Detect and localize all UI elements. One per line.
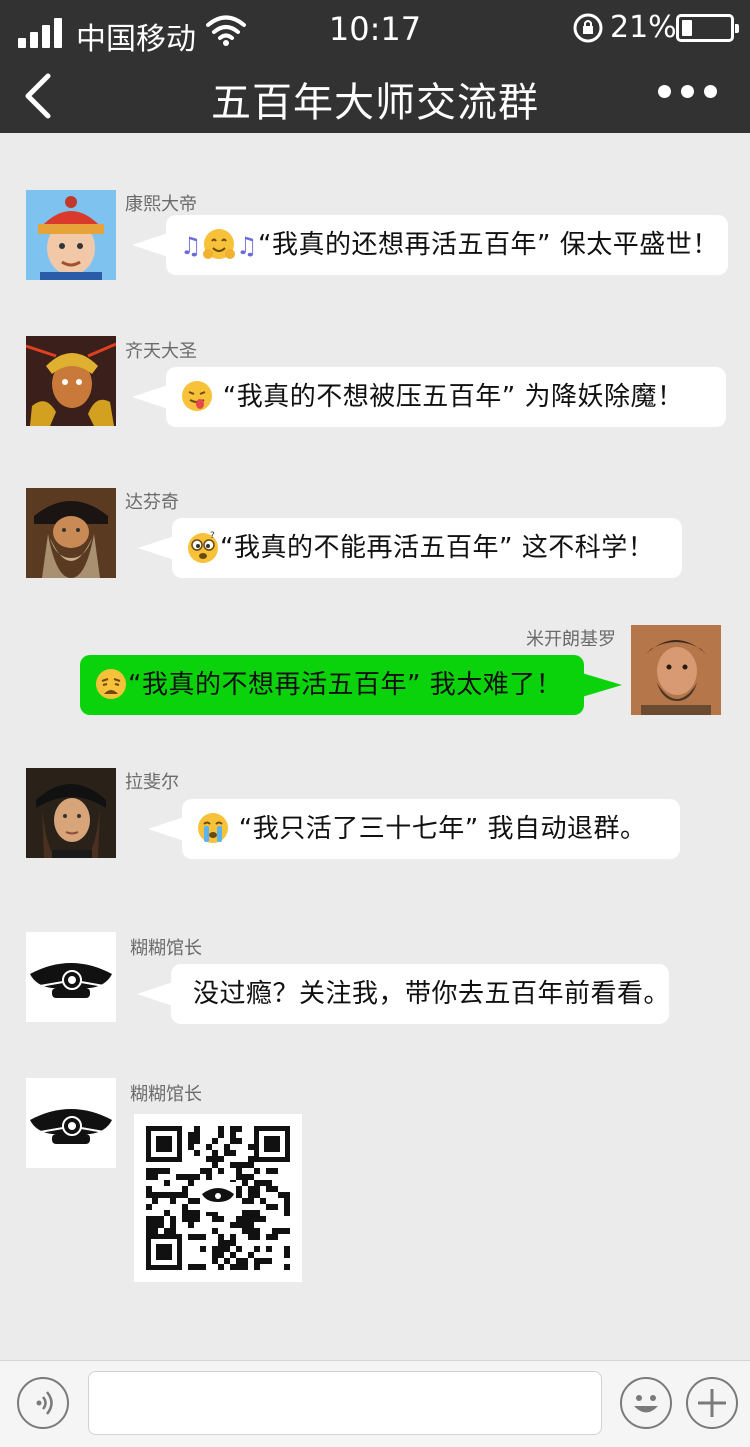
plus-icon[interactable] — [686, 1377, 738, 1429]
message-bubble[interactable]: “我真的不想被压五百年” 为降妖除魔！ — [132, 367, 726, 427]
message-text: “我只活了三十七年” 我自动退群。 — [238, 814, 647, 844]
sender-name: 齐天大圣 — [125, 341, 197, 362]
smiley-icon[interactable] — [620, 1377, 672, 1429]
sender-name: 米开朗基罗 — [526, 629, 616, 650]
battery-icon — [676, 14, 739, 42]
battery-percent: 21% — [610, 10, 677, 45]
page-title: 五百年大师交流群 — [211, 80, 539, 126]
message-text: 没过瘾？关注我，带你去五百年前看看。 — [193, 979, 671, 1009]
avatar[interactable] — [26, 190, 116, 280]
hugging-face-icon — [203, 228, 236, 259]
top-bar: 中国移动 10:17 21% 五百年大师交流群 — [0, 0, 750, 133]
avatar[interactable] — [631, 625, 721, 715]
voice-icon[interactable] — [17, 1377, 69, 1429]
more-dots-icon[interactable] — [658, 80, 718, 100]
avatar[interactable] — [26, 932, 116, 1022]
sender-name: 糊糊馆长 — [130, 938, 202, 959]
sender-name: 达芬奇 — [125, 492, 179, 513]
message-text: “我真的还想再活五百年” 保太平盛世！ — [258, 230, 719, 260]
sender-name: 糊糊馆长 — [130, 1084, 202, 1105]
confused-face-icon: ? — [188, 531, 218, 563]
message-bubble[interactable]: “我只活了三十七年” 我自动退群。 — [148, 799, 680, 859]
avatar[interactable] — [26, 488, 116, 578]
crying-face-icon — [198, 812, 228, 843]
message-input[interactable] — [88, 1371, 602, 1435]
music-note-icon: ♫ — [180, 231, 203, 260]
hat-logo-icon — [26, 932, 116, 1022]
message-text: “我真的不想再活五百年” 我太难了！ — [128, 670, 563, 700]
status-bar: 中国移动 10:17 21% — [0, 0, 750, 58]
message-text: “我真的不能再活五百年” 这不科学！ — [220, 533, 655, 563]
rotation-lock-icon — [573, 13, 603, 43]
qr-code-image[interactable] — [134, 1114, 302, 1282]
message-bubble[interactable]: ♫ ♫“我真的还想再活五百年” 保太平盛世！ — [132, 215, 728, 275]
battery-fill — [682, 20, 692, 36]
svg-text:?: ? — [210, 531, 215, 541]
nav-bar: 五百年大师交流群 — [0, 58, 750, 133]
sender-name: 康熙大帝 — [125, 194, 197, 215]
message-text: “我真的不想被压五百年” 为降妖除魔！ — [222, 382, 684, 412]
music-note-icon: ♫ — [236, 231, 259, 260]
tongue-face-icon — [182, 380, 212, 411]
message-bubble[interactable]: ? “我真的不能再活五百年” 这不科学！ — [138, 518, 682, 578]
input-bar — [0, 1360, 750, 1447]
avatar[interactable] — [26, 768, 116, 858]
avatar[interactable] — [26, 1078, 116, 1168]
message-bubble[interactable]: 没过瘾？关注我，带你去五百年前看看。 — [137, 964, 671, 1024]
weary-face-icon — [96, 668, 126, 699]
hat-logo-icon — [26, 1078, 116, 1168]
avatar[interactable] — [26, 336, 116, 426]
sender-name: 拉斐尔 — [125, 772, 179, 793]
message-bubble[interactable]: “我真的不想再活五百年” 我太难了！ — [80, 655, 622, 715]
